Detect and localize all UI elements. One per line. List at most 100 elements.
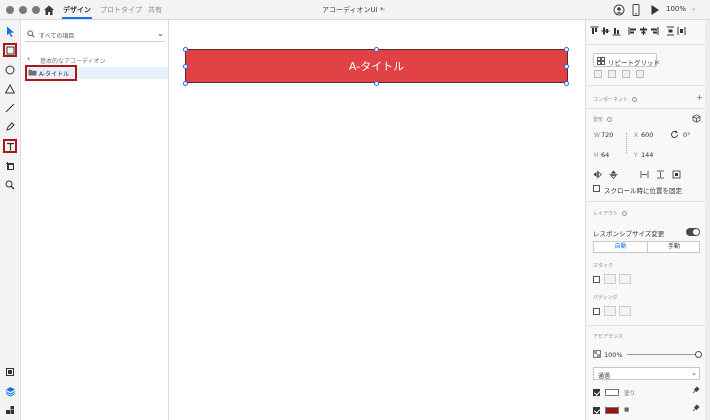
border-color-swatch[interactable] [605, 407, 619, 414]
fit-content-icon[interactable] [672, 170, 681, 179]
tab-share[interactable]: 共有 [148, 5, 162, 15]
distribute-height-icon[interactable] [656, 170, 665, 179]
select-tool-icon[interactable] [3, 24, 17, 38]
resize-handle-right[interactable] [564, 64, 569, 69]
assets-icon[interactable] [3, 365, 17, 379]
height-input[interactable]: 64 [601, 151, 609, 159]
chevron-down-icon[interactable]: ⌄ [157, 29, 164, 38]
responsive-resize-toggle[interactable] [686, 228, 700, 236]
line-tool-icon[interactable] [3, 101, 17, 115]
eyedropper-icon[interactable] [692, 386, 700, 396]
padding-checkbox[interactable] [593, 308, 600, 315]
y-input[interactable]: 144 [641, 151, 653, 159]
resize-mode-auto[interactable]: 自動 [594, 242, 647, 252]
flip-horizontal-icon[interactable] [593, 170, 602, 179]
lock-aspect-icon[interactable] [626, 133, 627, 153]
align-right-icon[interactable] [650, 26, 659, 36]
zoom-tool-icon[interactable] [3, 178, 17, 192]
eyedropper-icon[interactable] [692, 404, 700, 414]
fill-label: 塗り [624, 391, 636, 397]
fill-checkbox[interactable] [593, 389, 600, 396]
fill-color-swatch[interactable] [605, 389, 619, 396]
title-rectangle[interactable]: A-タイトル [185, 49, 568, 83]
resize-handle-top-right[interactable] [564, 47, 569, 52]
align-center-icon[interactable] [639, 26, 648, 36]
resize-handle-bottom-left[interactable] [183, 81, 188, 86]
document-title[interactable]: アコーディオンUI * [322, 5, 383, 15]
border-checkbox[interactable] [593, 407, 600, 414]
align-toolbar [590, 26, 700, 38]
window-close-button[interactable] [6, 6, 14, 14]
rectangle-tool-icon[interactable] [3, 43, 17, 57]
text-tool-icon[interactable] [3, 139, 17, 153]
border-label: ■ [624, 407, 630, 413]
width-input[interactable]: 720 [601, 131, 613, 139]
divider [586, 108, 706, 109]
pen-tool-icon[interactable] [3, 120, 17, 134]
3d-transform-icon[interactable] [692, 114, 701, 125]
polygon-tool-icon[interactable] [3, 82, 17, 96]
layers-icon[interactable] [3, 384, 17, 398]
add-shape-icon[interactable] [594, 70, 602, 78]
ellipse-tool-icon[interactable] [3, 63, 17, 77]
zoom-level[interactable]: 100% [666, 5, 686, 13]
chevron-down-icon[interactable]: ⌄ [691, 5, 696, 12]
intersect-shape-icon[interactable] [622, 70, 630, 78]
layer-search[interactable]: すべての項目 ⌄ [25, 28, 165, 42]
resize-handle-bottom-right[interactable] [564, 81, 569, 86]
stack-vertical-icon[interactable] [604, 274, 616, 284]
stack-horizontal-icon[interactable] [619, 274, 631, 284]
breadcrumb-label: 基本的なアコーディオン [40, 58, 106, 65]
back-arrow-icon[interactable]: ‹ [27, 54, 30, 63]
stack-checkbox[interactable] [593, 276, 600, 283]
user-icon[interactable] [613, 4, 625, 18]
search-placeholder[interactable]: すべての項目 [39, 31, 74, 40]
exclude-shape-icon[interactable] [636, 70, 644, 78]
canvas[interactable]: A-タイトル [170, 20, 584, 420]
x-input[interactable]: 600 [641, 131, 653, 139]
fix-position-checkbox[interactable] [593, 185, 600, 192]
info-icon[interactable] [622, 211, 628, 216]
align-top-icon[interactable] [590, 26, 599, 36]
subtract-shape-icon[interactable] [608, 70, 616, 78]
play-icon[interactable] [650, 4, 660, 18]
info-icon[interactable] [607, 117, 613, 122]
opacity-value[interactable]: 100% [604, 351, 623, 359]
info-icon[interactable] [632, 97, 638, 102]
opacity-slider-knob[interactable] [695, 351, 702, 358]
opacity-slider-track[interactable] [627, 354, 697, 355]
home-icon[interactable] [43, 4, 55, 16]
window-minimize-button[interactable] [19, 6, 27, 14]
align-bottom-icon[interactable] [612, 26, 621, 36]
window-maximize-button[interactable] [32, 6, 40, 14]
resize-handle-top-left[interactable] [183, 47, 188, 52]
distribute-vertical-icon[interactable] [666, 26, 675, 36]
repeat-grid-button[interactable]: リピートグリッド [593, 53, 660, 67]
resize-mode-manual[interactable]: 手動 [647, 242, 700, 252]
layer-item[interactable]: A-タイトル [25, 65, 168, 81]
tab-prototype[interactable]: プロトタイプ [100, 5, 142, 15]
flip-vertical-icon[interactable] [609, 170, 618, 179]
align-left-icon[interactable] [628, 26, 637, 36]
plugins-icon[interactable] [3, 403, 17, 417]
window-controls [6, 6, 40, 14]
divider [586, 201, 706, 202]
distribute-width-icon[interactable] [640, 170, 649, 179]
tab-design[interactable]: デザイン [63, 5, 91, 15]
padding-uniform-icon[interactable] [604, 306, 616, 316]
rotate-icon[interactable] [670, 130, 679, 141]
align-middle-icon[interactable] [601, 26, 610, 36]
mobile-preview-icon[interactable] [632, 4, 640, 18]
resize-handle-bottom[interactable] [374, 81, 379, 86]
chevron-down-icon[interactable]: ⌄ [381, 5, 386, 12]
blend-mode-select[interactable]: 通過 ⌄ [593, 367, 700, 380]
rotation-input[interactable]: 0° [683, 131, 690, 139]
artboard-tool-icon[interactable] [3, 159, 17, 173]
padding-individual-icon[interactable] [619, 306, 631, 316]
resize-handle-left[interactable] [183, 64, 188, 69]
inspector-scrollbar[interactable] [705, 20, 710, 420]
divider [586, 325, 706, 326]
distribute-horizontal-icon[interactable] [677, 26, 686, 36]
resize-handle-top[interactable] [374, 47, 379, 52]
add-component-button[interactable]: + [696, 93, 703, 102]
